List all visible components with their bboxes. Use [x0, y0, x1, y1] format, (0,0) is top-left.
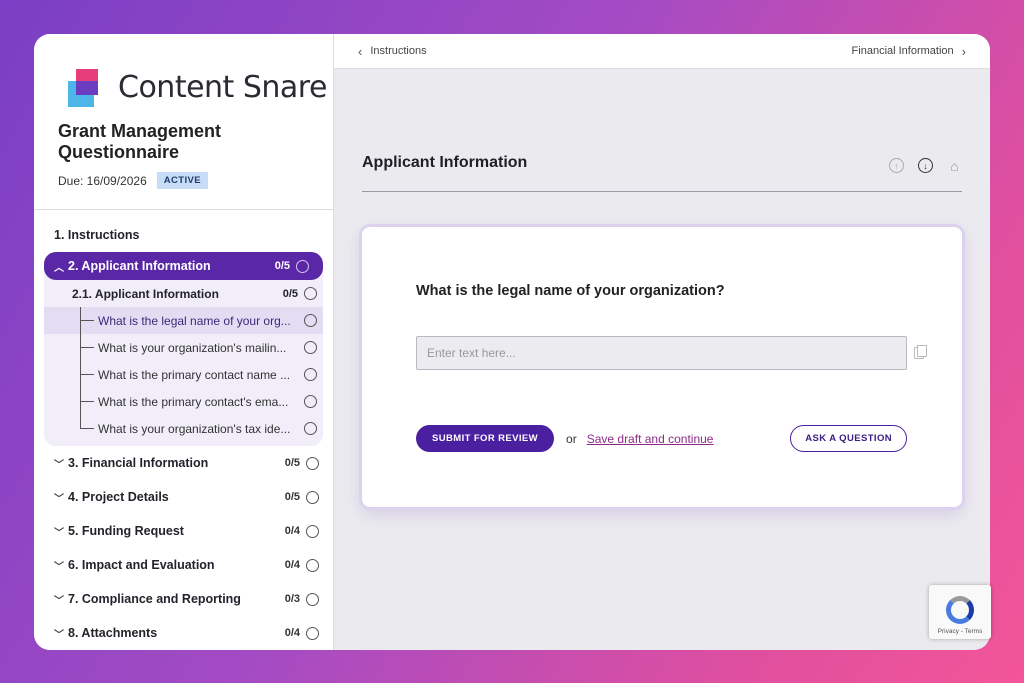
question-label: What is the legal name of your org...	[98, 313, 291, 328]
question-label: What is the primary contact's ema...	[98, 394, 289, 409]
tree-connector	[78, 388, 98, 415]
sidebar-item-compliance-reporting[interactable]: ﹀ 7. Compliance and Reporting 0/3	[34, 582, 333, 616]
sidebar-group-applicant: ︿ 2. Applicant Information 0/5 2.1. Appl…	[44, 252, 323, 446]
copy-icon[interactable]	[914, 345, 927, 359]
status-circle-icon	[304, 287, 317, 300]
prev-section-link[interactable]: ‹ Instructions	[358, 44, 427, 59]
sidebar-item-label: 6. Impact and Evaluation	[68, 558, 215, 572]
chevron-down-icon: ﹀	[54, 561, 64, 573]
question-item[interactable]: What is the legal name of your org...	[44, 307, 323, 334]
prev-section-label: Instructions	[370, 45, 427, 57]
chevron-up-icon: ︿	[54, 262, 64, 274]
section-header-icons: ↑ ↓ ⌂	[889, 158, 962, 174]
or-label: or	[566, 431, 577, 446]
progress-count: 0/5	[274, 260, 290, 272]
progress-count: 0/4	[284, 525, 300, 537]
progress-count: 0/5	[284, 457, 300, 469]
tree-connector	[78, 307, 98, 334]
status-circle-icon	[304, 368, 317, 381]
status-circle-icon	[296, 259, 309, 273]
section-nav: 1. Instructions ︿ 2. Applicant Informati…	[34, 210, 333, 650]
status-circle-icon	[306, 592, 319, 606]
content-snare-logo-icon	[68, 68, 104, 107]
status-circle-icon	[306, 490, 319, 504]
question-label: What is your organization's mailin...	[98, 340, 287, 355]
question-actions: SUBMIT FOR REVIEW or Save draft and cont…	[416, 425, 907, 452]
sidebar-item-attachments[interactable]: ﹀ 8. Attachments 0/4	[34, 616, 333, 650]
chevron-down-icon: ﹀	[54, 629, 64, 641]
question-item[interactable]: What is the primary contact name ...	[44, 361, 323, 388]
question-text: What is the legal name of your organizat…	[416, 283, 725, 299]
home-icon[interactable]: ⌂	[947, 158, 962, 174]
progress-count: 0/4	[284, 559, 300, 571]
status-circle-icon	[306, 524, 319, 538]
ask-question-button[interactable]: ASK A QUESTION	[790, 425, 907, 452]
tree-connector	[78, 334, 98, 361]
sidebar-subitem-applicant-information[interactable]: 2.1. Applicant Information 0/5	[44, 280, 323, 307]
sidebar-item-project-details[interactable]: ﹀ 4. Project Details 0/5	[34, 480, 333, 514]
tree-connector	[78, 361, 98, 388]
subitem-label: 2.1. Applicant Information	[72, 286, 219, 301]
question-card: What is the legal name of your organizat…	[362, 227, 962, 507]
status-badge: ACTIVE	[156, 172, 208, 190]
status-circle-icon	[304, 341, 317, 354]
arrow-up-icon[interactable]: ↑	[889, 158, 904, 173]
section-title: Applicant Information	[362, 154, 528, 171]
sidebar-item-applicant-information[interactable]: ︿ 2. Applicant Information 0/5	[44, 252, 323, 280]
sidebar-item-label: 5. Funding Request	[68, 524, 184, 538]
app-window: Content Snare Grant Management Questionn…	[34, 34, 990, 650]
sidebar-item-label: 7. Compliance and Reporting	[68, 592, 241, 606]
progress-count: 0/5	[284, 491, 300, 503]
sidebar-item-label: 8. Attachments	[68, 626, 158, 640]
tree-connector	[78, 415, 98, 442]
questionnaire-title: Grant Management Questionnaire	[58, 121, 222, 163]
section-topbar: ‹ Instructions Financial Information ›	[334, 34, 990, 69]
brand: Content Snare	[34, 34, 333, 111]
sidebar-item-label: 4. Project Details	[68, 490, 169, 504]
brand-name: Content Snare	[118, 70, 327, 106]
chevron-down-icon: ﹀	[54, 459, 64, 471]
main-panel: ‹ Instructions Financial Information › A…	[334, 34, 990, 650]
progress-count: 0/5	[282, 287, 298, 300]
status-circle-icon	[304, 395, 317, 408]
sidebar-item-label: 3. Financial Information	[68, 456, 209, 470]
chevron-down-icon: ﹀	[54, 527, 64, 539]
next-section-link[interactable]: Financial Information ›	[852, 44, 966, 59]
chevron-down-icon: ﹀	[54, 595, 64, 607]
submit-for-review-button[interactable]: SUBMIT FOR REVIEW	[416, 425, 555, 452]
question-item[interactable]: What is the primary contact's ema...	[44, 388, 323, 415]
answer-input[interactable]	[416, 336, 907, 370]
save-draft-link[interactable]: Save draft and continue	[587, 432, 714, 446]
sidebar-item-financial-information[interactable]: ﹀ 3. Financial Information 0/5	[34, 446, 333, 480]
due-date: Due: 16/09/2026	[58, 173, 147, 188]
next-section-label: Financial Information	[851, 45, 954, 57]
section-header: Applicant Information ↑ ↓ ⌂	[362, 154, 962, 192]
progress-count: 0/4	[284, 627, 300, 639]
sidebar: Content Snare Grant Management Questionn…	[34, 34, 334, 650]
status-circle-icon	[306, 456, 319, 470]
due-row: Due: 16/09/2026 ACTIVE	[34, 163, 333, 190]
question-label: What is the primary contact name ...	[98, 367, 291, 382]
recaptcha-badge[interactable]: Privacy - Terms	[929, 585, 991, 639]
recaptcha-text: Privacy - Terms	[937, 628, 983, 635]
status-circle-icon	[304, 422, 317, 435]
question-label: What is your organization's tax ide...	[98, 421, 291, 436]
chevron-right-icon: ›	[961, 43, 966, 59]
question-item[interactable]: What is your organization's mailin...	[44, 334, 323, 361]
status-circle-icon	[306, 558, 319, 572]
status-circle-icon	[306, 626, 319, 640]
sidebar-item-label: 2. Applicant Information	[68, 259, 211, 273]
status-circle-icon	[304, 314, 317, 327]
sidebar-item-label: 1. Instructions	[54, 228, 140, 242]
recaptcha-icon	[946, 596, 974, 624]
sidebar-item-instructions[interactable]: 1. Instructions	[34, 218, 333, 252]
sidebar-item-funding-request[interactable]: ﹀ 5. Funding Request 0/4	[34, 514, 333, 548]
sidebar-item-impact-evaluation[interactable]: ﹀ 6. Impact and Evaluation 0/4	[34, 548, 333, 582]
chevron-down-icon: ﹀	[54, 493, 64, 505]
chevron-left-icon: ‹	[358, 43, 363, 59]
progress-count: 0/3	[284, 593, 300, 605]
arrow-down-icon[interactable]: ↓	[918, 158, 933, 173]
question-item[interactable]: What is your organization's tax ide...	[44, 415, 323, 442]
